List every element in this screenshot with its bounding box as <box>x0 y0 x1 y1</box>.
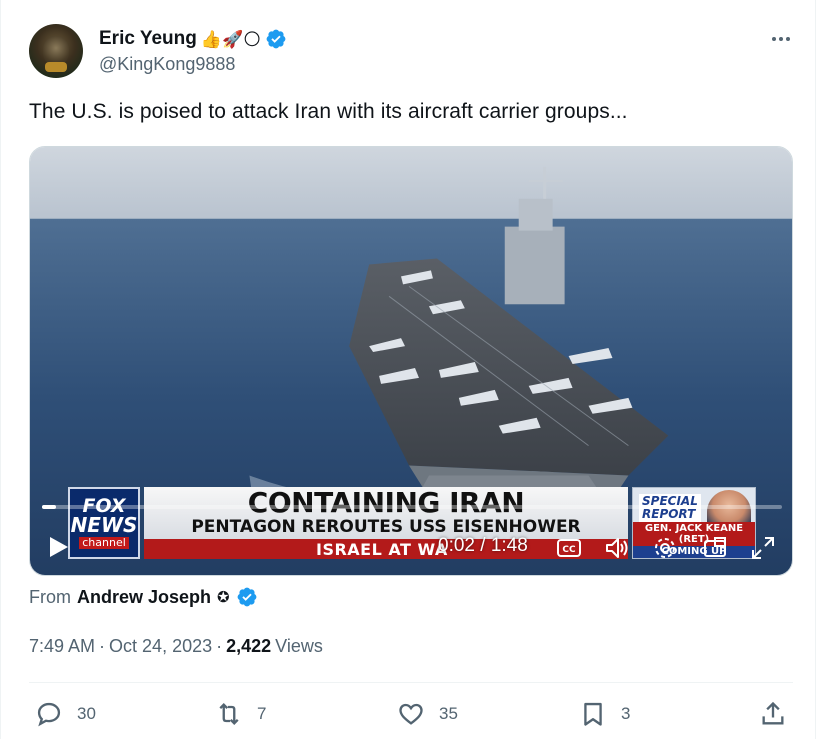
views-count[interactable]: 2,422 <box>226 636 271 657</box>
reply-button[interactable]: 30 <box>35 700 96 728</box>
tweet-date[interactable]: Oct 24, 2023 <box>109 636 212 657</box>
fullscreen-icon[interactable] <box>750 535 776 561</box>
views-label: Views <box>275 636 323 656</box>
source-attribution: From Andrew Joseph ✪ <box>29 586 258 608</box>
bookmark-icon <box>584 702 602 726</box>
like-button[interactable]: 35 <box>397 700 458 728</box>
bookmark-button[interactable]: 3 <box>579 700 630 728</box>
more-options-button[interactable] <box>767 28 795 50</box>
more-dot-icon <box>779 37 783 41</box>
repost-count: 7 <box>257 704 267 723</box>
bookmark-count: 3 <box>621 704 631 723</box>
source-name[interactable]: Andrew Joseph <box>77 587 211 608</box>
tweet-card: Eric Yeung 👍🚀🌕 @KingKong9888 The U.S. is… <box>0 0 816 739</box>
video-progress-bar[interactable] <box>42 505 782 509</box>
more-dot-icon <box>772 37 776 41</box>
tweet-metadata: 7:49 AM · Oct 24, 2023 · 2,422 Views <box>29 636 323 657</box>
author-display-name[interactable]: Eric Yeung <box>99 28 197 50</box>
heart-icon <box>399 703 423 725</box>
video-controls: 0:02 / 1:48 CC <box>30 527 792 567</box>
video-time: 0:02 / 1:48 <box>438 535 528 556</box>
source-prefix: From <box>29 586 71 607</box>
video-player[interactable]: FOX NEWS channel CONTAINING IRAN PENTAGO… <box>29 146 793 576</box>
picture-in-picture-icon[interactable] <box>702 535 728 561</box>
author-name-row: Eric Yeung 👍🚀🌕 <box>99 26 287 52</box>
share-button[interactable] <box>759 700 787 728</box>
meta-separator: · <box>99 636 106 656</box>
captions-icon[interactable]: CC <box>556 535 582 561</box>
tweet-time[interactable]: 7:49 AM <box>29 636 95 657</box>
author-emojis: 👍🚀🌕 <box>200 29 261 49</box>
source-verified-badge-icon <box>237 587 257 607</box>
repost-button[interactable]: 7 <box>215 700 266 728</box>
author-avatar[interactable] <box>29 24 83 78</box>
reply-count: 30 <box>77 704 96 723</box>
volume-icon[interactable] <box>604 535 630 561</box>
source-mark: ✪ <box>217 589 230 606</box>
verified-badge-icon[interactable] <box>265 28 287 50</box>
action-bar: 30 7 35 3 <box>1 692 817 734</box>
more-dot-icon <box>786 37 790 41</box>
author-handle[interactable]: @KingKong9888 <box>99 54 235 75</box>
like-count: 35 <box>439 704 458 723</box>
meta-separator: · <box>216 636 223 656</box>
video-progress-fill <box>42 505 57 509</box>
reply-icon <box>37 702 61 727</box>
settings-gear-icon[interactable] <box>652 535 678 561</box>
play-icon[interactable] <box>48 535 70 559</box>
video-headline: CONTAINING IRAN <box>247 486 525 519</box>
divider <box>29 682 793 683</box>
special-label-line-2: REPORT <box>642 507 696 521</box>
share-icon <box>762 701 784 725</box>
svg-text:CC: CC <box>562 545 576 555</box>
tweet-text: The U.S. is poised to attack Iran with i… <box>29 100 628 123</box>
repost-icon <box>219 703 239 725</box>
